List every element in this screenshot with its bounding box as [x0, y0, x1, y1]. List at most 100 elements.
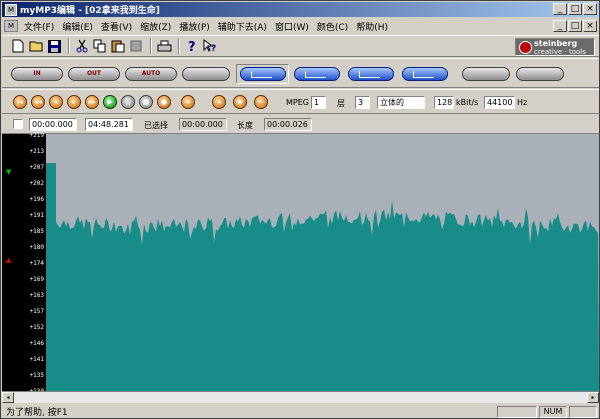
menu-bar: M 文件(F) 编辑(E) 查看(V) 缩放(Z) 播放(P) 辅助下去(A) … — [2, 18, 599, 34]
volume-curve-1-button[interactable] — [240, 67, 286, 81]
ruler-tick-label: +157 — [29, 308, 44, 315]
steinberg-logo: steinberg creative · tools — [515, 38, 595, 56]
end-time-field[interactable]: 04:48.281 — [85, 118, 133, 131]
loop-icon[interactable]: ∞ — [181, 95, 195, 109]
menu-tools[interactable]: 辅助下去(A) — [214, 20, 271, 33]
mark-icon[interactable]: ◆ — [233, 95, 247, 109]
samplerate-field: 44100 — [484, 96, 515, 109]
doc-minimize-button[interactable]: _ — [553, 20, 567, 32]
volume-curve-2-button[interactable] — [294, 67, 340, 81]
mpeg-label: MPEG — [286, 98, 309, 107]
minimize-button[interactable]: _ — [553, 3, 567, 15]
ruler-tick-label: +152 — [29, 324, 44, 331]
ruler-tick-label: +185 — [29, 228, 44, 235]
layer-label: 层 — [337, 99, 345, 108]
waveform[interactable] — [46, 134, 599, 391]
start-time-field[interactable]: 00:00.000 — [29, 118, 77, 131]
toolbar-separator — [150, 38, 152, 54]
menu-color[interactable]: 颜色(C) — [313, 20, 352, 33]
cut-icon[interactable] — [74, 38, 90, 54]
scroll-left-icon[interactable]: ◂ — [2, 392, 14, 403]
status-bar: 为了帮助, 按F1 NUM — [2, 404, 599, 419]
menu-play[interactable]: 播放(P) — [175, 20, 213, 33]
channel-mode-field: 立体的 — [377, 96, 425, 109]
record-icon[interactable]: ● — [157, 95, 171, 109]
paste-icon[interactable] — [110, 38, 126, 54]
back-icon[interactable]: ◂ — [212, 95, 226, 109]
ruler-tick-label: +191 — [29, 212, 44, 219]
toolbar-separator — [68, 38, 70, 54]
waveform-editor[interactable]: +219 +213 +207 +202 +196 +191 +185 +180 +174 +169… — [2, 132, 599, 395]
menu-file[interactable]: 文件(F) — [20, 20, 58, 33]
menu-window[interactable]: 窗口(W) — [271, 20, 313, 33]
brand-tagline: creative · tools — [534, 48, 586, 56]
length-label: 长度 — [237, 121, 253, 130]
previous-icon[interactable]: ◂ — [49, 95, 63, 109]
level-marker-bottom-icon[interactable]: ▲ — [6, 256, 11, 264]
document-icon[interactable]: M — [4, 20, 18, 32]
waveform-body — [56, 199, 599, 391]
play-icon[interactable]: ▶ — [103, 95, 117, 109]
app-window: M myMP3编辑 - [02拿来我到生命] _ □ × M 文件(F) 编辑(… — [0, 0, 600, 419]
status-message: 为了帮助, 按F1 — [6, 408, 68, 418]
doc-close-button[interactable]: × — [583, 20, 597, 32]
ruler-tick-label: +163 — [29, 292, 44, 299]
ruler-tick-label: +146 — [29, 340, 44, 347]
normalize-button[interactable] — [462, 67, 510, 81]
ruler-tick-label: +135 — [29, 372, 44, 379]
mpeg-version-field: 1 — [311, 96, 326, 109]
context-help-icon[interactable]: ? — [202, 38, 218, 54]
remove-mark-icon[interactable]: − — [254, 95, 268, 109]
waveform-peak — [46, 163, 56, 391]
doc-restore-button[interactable]: □ — [568, 20, 582, 32]
scroll-right-icon[interactable]: ▸ — [587, 392, 599, 403]
app-icon[interactable]: M — [5, 3, 17, 16]
pause-icon[interactable]: || — [121, 95, 135, 109]
menu-view[interactable]: 查看(V) — [97, 20, 136, 33]
print-icon[interactable] — [156, 38, 172, 54]
ruler-tick-label: +213 — [29, 148, 44, 155]
new-file-icon[interactable] — [10, 38, 26, 54]
svg-text:?: ? — [188, 40, 196, 53]
volume-curve-4-button[interactable] — [402, 67, 448, 81]
next-icon[interactable]: ▸ — [67, 95, 81, 109]
num-lock-indicator: NUM — [539, 405, 567, 418]
help-icon[interactable]: ? — [184, 38, 200, 54]
fast-forward-icon[interactable]: ▸▸ — [85, 95, 99, 109]
ruler-tick-label: +219 — [29, 132, 44, 139]
maximize-button[interactable]: □ — [568, 3, 582, 15]
close-button[interactable]: × — [583, 3, 597, 15]
amplify-button[interactable] — [516, 67, 564, 81]
menu-zoom[interactable]: 缩放(Z) — [136, 20, 175, 33]
menu-help[interactable]: 帮助(H) — [352, 20, 392, 33]
ruler-tick-label: +207 — [29, 164, 44, 171]
ruler-tick-label: +174 — [29, 260, 44, 267]
ruler-tick-label: +169 — [29, 276, 44, 283]
fade-in-button[interactable]: IN — [11, 67, 63, 81]
horizontal-scrollbar[interactable]: ◂ ▸ — [2, 391, 599, 403]
go-to-start-icon[interactable]: |◂ — [13, 95, 27, 109]
selected-time-field: 00:00.000 — [179, 118, 227, 131]
crossfade-button[interactable] — [182, 67, 230, 81]
rewind-icon[interactable]: ◂◂ — [31, 95, 45, 109]
snap-checkbox[interactable] — [13, 119, 23, 129]
stop-icon[interactable]: ■ — [139, 95, 153, 109]
effects-toolbar: IN OUT AUTO — [2, 58, 599, 88]
copy-icon[interactable] — [92, 38, 108, 54]
title-bar: M myMP3编辑 - [02拿来我到生命] _ □ × — [2, 2, 599, 17]
delete-icon[interactable] — [128, 38, 144, 54]
ruler-tick-label: +202 — [29, 180, 44, 187]
samplerate-unit: Hz — [517, 98, 528, 107]
menu-edit[interactable]: 编辑(E) — [58, 20, 97, 33]
length-time-field: 00:00.026 — [264, 118, 312, 131]
selected-label: 已选择 — [144, 121, 168, 130]
open-folder-icon[interactable] — [28, 38, 44, 54]
level-marker-top-icon[interactable]: ▼ — [6, 168, 11, 176]
brand-name: steinberg — [534, 39, 578, 48]
fade-out-button[interactable]: OUT — [68, 67, 120, 81]
svg-text:?: ? — [211, 44, 216, 53]
volume-curve-3-button[interactable] — [348, 67, 394, 81]
save-icon[interactable] — [46, 38, 62, 54]
auto-fade-button[interactable]: AUTO — [125, 67, 177, 81]
ruler-tick-label: +180 — [29, 244, 44, 251]
